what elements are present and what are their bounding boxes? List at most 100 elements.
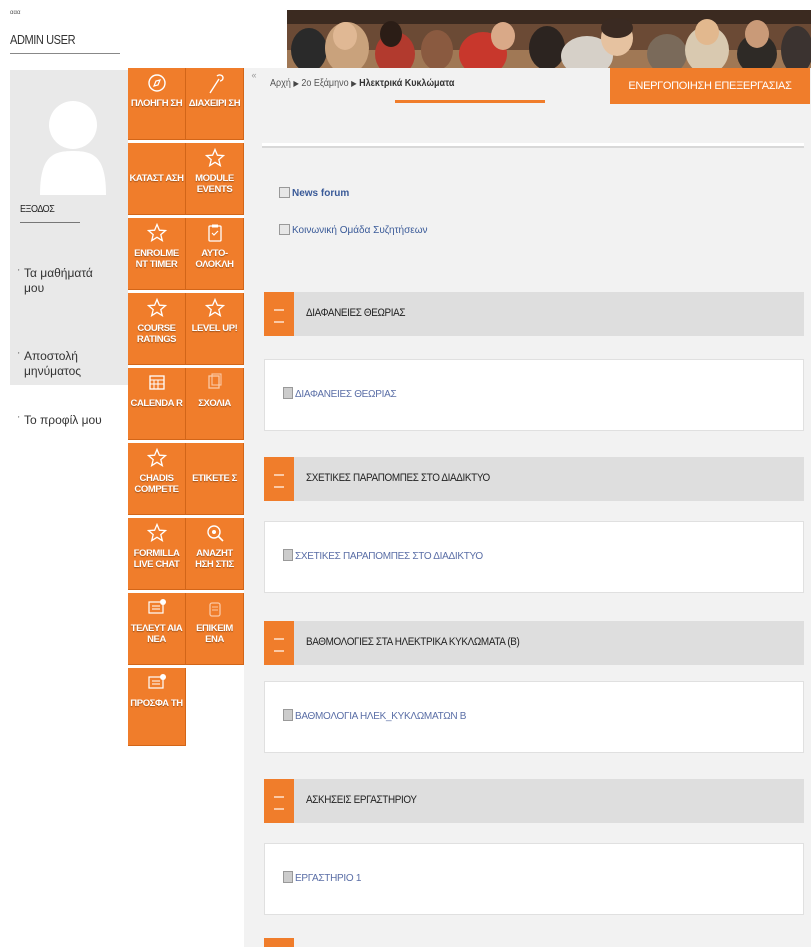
star-icon bbox=[186, 143, 243, 173]
my-courses-link[interactable]: ' Τα μαθήματά μου bbox=[18, 266, 104, 296]
compass-icon bbox=[128, 68, 185, 98]
block-tile-label: ΣΧΟΛΙΑ bbox=[198, 398, 231, 409]
section-icon bbox=[264, 621, 294, 665]
block-tile-label: ΑΥΤΟ-ΟΛΟΚΛΗ bbox=[195, 248, 234, 270]
resource-label: ΣΧΕΤΙΚΕΣ ΠΑΡΑΠΟΜΠΕΣ ΣΤΟ ΔΙΑΔΙΚΤΥΟ bbox=[295, 551, 483, 562]
my-profile-label: Το προφίλ μου bbox=[24, 413, 102, 427]
block-tile-7[interactable]: LEVEL UP! bbox=[186, 293, 244, 365]
social-forum-link[interactable]: Κοινωνική Ομάδα Συζητήσεων bbox=[279, 224, 428, 236]
block-tile-label: MODULE EVENTS bbox=[195, 173, 234, 195]
section-icon bbox=[264, 779, 294, 823]
resource-link[interactable]: ΕΡΓΑΣΤΗΡΙΟ 1 bbox=[283, 871, 361, 884]
logout-link[interactable]: ΕΞΟΔΟΣ bbox=[20, 204, 55, 215]
block-tile-1[interactable]: ΔΙΑΧΕΙΡΙ ΣΗ bbox=[186, 68, 244, 140]
my-courses-label: Τα μαθήματά μου bbox=[24, 266, 93, 295]
header-photo bbox=[287, 10, 811, 68]
user-label-small: ααα bbox=[10, 10, 21, 16]
resource-link[interactable]: ΒΑΘΜΟΛΟΓΙΑ ΗΛΕΚ_ΚΥΚΛΩΜΑΤΩΝ Β bbox=[283, 709, 466, 722]
block-tile-10[interactable]: CHADIS COMPETE bbox=[128, 443, 186, 515]
divider bbox=[10, 53, 120, 54]
breadcrumb: Αρχή ▶ 2o Εξάμηνο ▶ Ηλεκτρικά Κυκλώματα bbox=[270, 78, 454, 89]
section-icon bbox=[264, 292, 294, 336]
section-header[interactable]: ΣΧΕΤΙΚΕΣ ΠΑΡΑΠΟΜΠΕΣ ΣΤΟ ΔΙΑΔΙΚΤΥΟ bbox=[264, 457, 804, 501]
block-tile-15[interactable]: ΕΠΙΚΕΙΜ ΕΝΑ bbox=[186, 593, 244, 665]
bullet-icon: ' bbox=[18, 415, 20, 424]
resource-link[interactable]: ΣΧΕΤΙΚΕΣ ΠΑΡΑΠΟΜΠΕΣ ΣΤΟ ΔΙΑΔΙΚΤΥΟ bbox=[283, 549, 483, 562]
block-tile-2[interactable]: ΚΑΤΑΣΤ ΑΣΗ bbox=[128, 143, 186, 215]
section-title: ΣΧΕΤΙΚΕΣ ΠΑΡΑΠΟΜΠΕΣ ΣΤΟ ΔΙΑΔΙΚΤΥΟ bbox=[306, 472, 490, 484]
resource-link[interactable]: ΔΙΑΦΑΝΕΙΕΣ ΘΕΩΡΙΑΣ bbox=[283, 387, 397, 400]
section-header[interactable]: ΒΑΘΜΟΛΟΓΙΕΣ ΣΤΑ ΗΛΕΚΤΡΙΚΑ ΚΥΚΛΩΜΑΤΑ (Β) bbox=[264, 621, 804, 665]
block-tile-9[interactable]: ΣΧΟΛΙΑ bbox=[186, 368, 244, 440]
wrench-icon bbox=[186, 68, 243, 98]
block-tile-11[interactable]: ΕΤΙΚΕΤΕ Σ bbox=[186, 443, 244, 515]
search-icon bbox=[186, 518, 243, 548]
block-tile-6[interactable]: COURSE RATINGS bbox=[128, 293, 186, 365]
section-body: ΒΑΘΜΟΛΟΓΙΑ ΗΛΕΚ_ΚΥΚΛΩΜΑΤΩΝ Β bbox=[264, 681, 804, 753]
block-tile-label: ΕΠΙΚΕΙΜ ΕΝΑ bbox=[196, 623, 233, 645]
block-tile-label: ΑΝΑΖΗΤ ΗΣΗ ΣΤΙΣ bbox=[195, 548, 234, 570]
block-tile-8[interactable]: CALENDA R bbox=[128, 368, 186, 440]
blank-icon bbox=[186, 443, 243, 473]
section-body: ΔΙΑΦΑΝΕΙΕΣ ΘΕΩΡΙΑΣ bbox=[264, 359, 804, 431]
section-header[interactable]: ΑΣΚΗΣΕΙΣ ΕΡΓΑΣΤΗΡΙΟΥ bbox=[264, 779, 804, 823]
send-message-label: Αποστολή μηνύματος bbox=[24, 349, 82, 378]
block-tile-0[interactable]: ΠΛΟΗΓΗ ΣΗ bbox=[128, 68, 186, 140]
block-tile-14[interactable]: ΤΕΛΕΥΤ ΑΙΑ ΝΕΑ bbox=[128, 593, 186, 665]
section-title: ΒΑΘΜΟΛΟΓΙΕΣ ΣΤΑ ΗΛΕΚΤΡΙΚΑ ΚΥΚΛΩΜΑΤΑ (Β) bbox=[306, 636, 520, 648]
block-tile-3[interactable]: MODULE EVENTS bbox=[186, 143, 244, 215]
block-tile-label: ΕΤΙΚΕΤΕ Σ bbox=[192, 473, 237, 484]
news-icon bbox=[128, 593, 185, 623]
my-profile-link[interactable]: ' Το προφίλ μου bbox=[18, 413, 104, 428]
breadcrumb-semester[interactable]: 2o Εξάμηνο bbox=[301, 78, 348, 89]
block-tile-label: ΠΛΟΗΓΗ ΣΗ bbox=[130, 98, 183, 109]
blank-icon bbox=[128, 143, 185, 173]
star-icon bbox=[128, 443, 185, 473]
resource-label: ΒΑΘΜΟΛΟΓΙΑ ΗΛΕΚ_ΚΥΚΛΩΜΑΤΩΝ Β bbox=[295, 711, 467, 722]
star-icon bbox=[128, 218, 185, 248]
block-tile-label: CALENDA R bbox=[130, 398, 183, 409]
file-icon bbox=[283, 871, 293, 883]
collapse-icon[interactable]: « bbox=[244, 68, 264, 88]
star-icon bbox=[186, 293, 243, 323]
block-tile-label: ΤΕΛΕΥΤ ΑΙΑ ΝΕΑ bbox=[130, 623, 183, 645]
news-forum-link[interactable]: News forum bbox=[279, 187, 349, 199]
breadcrumb-separator-icon: ▶ bbox=[351, 79, 357, 88]
resource-label: ΕΡΓΑΣΤΗΡΙΟ 1 bbox=[295, 873, 362, 884]
news-forum-label: News forum bbox=[292, 188, 350, 199]
block-tile-13[interactable]: ΑΝΑΖΗΤ ΗΣΗ ΣΤΙΣ bbox=[186, 518, 244, 590]
section-head-partial bbox=[264, 938, 294, 947]
block-tile-12[interactable]: FORMILLA LIVE CHAT bbox=[128, 518, 186, 590]
comments-icon bbox=[186, 368, 243, 398]
block-tile-label: CHADIS COMPETE bbox=[134, 473, 179, 495]
calendar-icon bbox=[128, 368, 185, 398]
star-icon bbox=[128, 293, 185, 323]
user-name[interactable]: ADMIN USER bbox=[10, 32, 76, 47]
breadcrumb-separator-icon: ▶ bbox=[293, 79, 299, 88]
turn-editing-on-button[interactable]: ΕΝΕΡΓΟΠΟΙΗΣΗ ΕΠΕΞΕΡΓΑΣΙΑΣ bbox=[610, 68, 810, 104]
pot-icon bbox=[186, 593, 243, 623]
block-tile-label: ENROLME NT TIMER bbox=[134, 248, 179, 270]
clipboard-icon bbox=[186, 218, 243, 248]
section-body: ΣΧΕΤΙΚΕΣ ΠΑΡΑΠΟΜΠΕΣ ΣΤΟ ΔΙΑΔΙΚΤΥΟ bbox=[264, 521, 804, 593]
block-tile-label: LEVEL UP! bbox=[191, 323, 238, 334]
block-tile-5[interactable]: ΑΥΤΟ-ΟΛΟΚΛΗ bbox=[186, 218, 244, 290]
section-body: ΕΡΓΑΣΤΗΡΙΟ 1 bbox=[264, 843, 804, 915]
block-tile-label: ΔΙΑΧΕΙΡΙ ΣΗ bbox=[188, 98, 241, 109]
resource-label: ΔΙΑΦΑΝΕΙΕΣ ΘΕΩΡΙΑΣ bbox=[295, 389, 397, 400]
file-icon bbox=[283, 549, 293, 561]
social-forum-label: Κοινωνική Ομάδα Συζητήσεων bbox=[292, 225, 428, 236]
file-icon bbox=[283, 709, 293, 721]
section-title: ΑΣΚΗΣΕΙΣ ΕΡΓΑΣΤΗΡΙΟΥ bbox=[306, 794, 417, 806]
section-header[interactable]: ΔΙΑΦΑΝΕΙΕΣ ΘΕΩΡΙΑΣ bbox=[264, 292, 804, 336]
section-icon bbox=[264, 457, 294, 501]
block-tile-16[interactable]: ΠΡΟΣΦΑ ΤΗ bbox=[128, 668, 186, 746]
block-tile-label: ΠΡΟΣΦΑ ΤΗ bbox=[130, 698, 183, 709]
bullet-icon: ' bbox=[18, 268, 20, 277]
block-tile-4[interactable]: ENROLME NT TIMER bbox=[128, 218, 186, 290]
breadcrumb-home[interactable]: Αρχή bbox=[270, 78, 291, 89]
breadcrumb-current: Ηλεκτρικά Κυκλώματα bbox=[359, 78, 455, 89]
forum-icon bbox=[279, 224, 290, 235]
block-tile-label: ΚΑΤΑΣΤ ΑΣΗ bbox=[129, 173, 184, 184]
send-message-link[interactable]: ' Αποστολή μηνύματος bbox=[18, 349, 104, 379]
